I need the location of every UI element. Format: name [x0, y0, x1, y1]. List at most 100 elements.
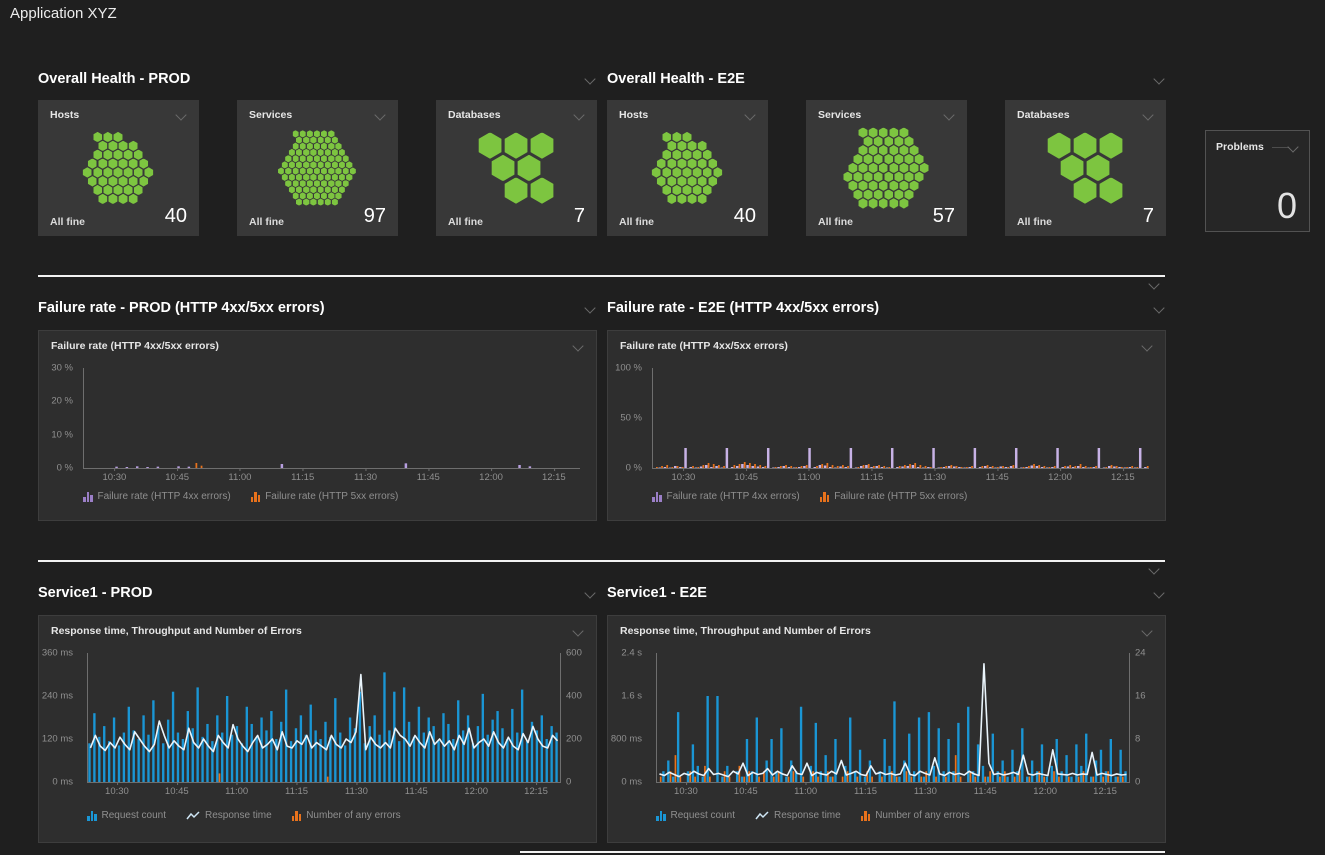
hexagon [899, 127, 908, 137]
bar [837, 466, 839, 468]
bar [526, 741, 528, 782]
chevron-down-icon[interactable] [1287, 141, 1298, 152]
chevron-down-icon[interactable] [572, 340, 583, 351]
bar [142, 715, 144, 782]
bar [785, 777, 787, 782]
hexagon [662, 150, 671, 160]
chevron-down-icon[interactable] [1148, 563, 1159, 574]
hexagon [282, 174, 288, 181]
count-value: 57 [933, 205, 955, 228]
hexagon [904, 172, 913, 182]
chevron-down-icon[interactable] [584, 302, 595, 313]
hexagon [310, 136, 316, 143]
bar [943, 467, 945, 468]
bar [219, 773, 221, 782]
chevron-down-icon[interactable] [584, 587, 595, 598]
honeycomb-chart[interactable] [252, 122, 382, 214]
chevron-down-icon[interactable] [943, 109, 954, 120]
chevron-down-icon[interactable] [1142, 109, 1153, 120]
chevron-down-icon[interactable] [374, 109, 385, 120]
bar [1093, 777, 1095, 782]
health-tile-services-prod: Services All fine97 [237, 100, 398, 236]
chevron-down-icon[interactable] [1148, 278, 1159, 289]
chart-canvas [653, 368, 1149, 468]
legend-item[interactable]: Failure rate (HTTP 5xx errors) [251, 491, 399, 502]
chevron-down-icon[interactable] [1141, 625, 1152, 636]
legend-item[interactable]: Request count [656, 810, 735, 821]
bar [115, 467, 117, 468]
legend-item[interactable]: Request count [87, 810, 166, 821]
hexagon [108, 141, 117, 151]
count-value: 40 [165, 205, 187, 228]
honeycomb-chart[interactable] [53, 122, 183, 214]
chart-title: Response time, Throughput and Number of … [51, 625, 302, 637]
hexagon [869, 163, 878, 173]
chevron-down-icon[interactable] [584, 73, 595, 84]
chart-plot-area[interactable] [87, 653, 561, 783]
legend-item[interactable]: Failure rate (HTTP 4xx errors) [652, 491, 800, 502]
chevron-down-icon[interactable] [175, 109, 186, 120]
chart-plot-area[interactable] [656, 653, 1130, 783]
legend-item[interactable]: Response time [186, 810, 272, 821]
bar [442, 713, 444, 782]
bar [1117, 777, 1119, 782]
bar [339, 733, 341, 782]
chart-plot-area[interactable] [652, 368, 1149, 469]
hexagon [314, 180, 320, 187]
chevron-down-icon[interactable] [1153, 73, 1164, 84]
bar [477, 726, 479, 782]
hexagon [884, 172, 893, 182]
y-axis-labels-right: 241680 [1131, 653, 1163, 782]
hexagon [853, 172, 862, 182]
honeycomb-chart[interactable] [821, 122, 951, 214]
bar [1078, 777, 1080, 782]
legend-item[interactable]: Number of any errors [292, 810, 401, 821]
bars-icon [820, 491, 830, 502]
hexagon [672, 185, 681, 195]
bar [912, 465, 914, 468]
hexagon [864, 136, 873, 146]
bar [226, 696, 228, 782]
bar [541, 715, 543, 782]
bar [739, 464, 741, 468]
legend-item[interactable]: Number of any errors [861, 810, 970, 821]
tile-title: Databases [1017, 109, 1070, 121]
bar [462, 730, 464, 782]
hexagon [300, 130, 306, 137]
chevron-down-icon[interactable] [1153, 587, 1164, 598]
honeycomb-chart[interactable] [1020, 122, 1150, 214]
bar [529, 466, 531, 468]
legend-item[interactable]: Failure rate (HTTP 5xx errors) [820, 491, 968, 502]
chevron-down-icon[interactable] [744, 109, 755, 120]
legend-item[interactable]: Failure rate (HTTP 4xx errors) [83, 491, 231, 502]
chevron-down-icon[interactable] [573, 109, 584, 120]
bar [909, 464, 911, 468]
bar [832, 777, 834, 782]
bar [979, 467, 981, 468]
bar [216, 715, 218, 782]
axis-tick-label: 11:45 [417, 472, 440, 483]
legend-item[interactable]: Response time [755, 810, 841, 821]
hexagon [300, 143, 306, 150]
bar [899, 466, 901, 468]
bar [733, 465, 735, 468]
chevron-down-icon[interactable] [1141, 340, 1152, 351]
honeycomb-chart[interactable] [622, 122, 752, 214]
chevron-down-icon[interactable] [572, 625, 583, 636]
honeycomb-chart[interactable] [451, 122, 581, 214]
chevron-down-icon[interactable] [1153, 302, 1164, 313]
chart-plot-area[interactable] [83, 368, 580, 469]
hexagon [129, 176, 138, 186]
hexagon [129, 141, 138, 151]
hexagon [667, 176, 676, 186]
hexagon [894, 189, 903, 199]
bar [162, 743, 164, 782]
hexagon [531, 132, 554, 158]
section-divider [38, 275, 1165, 277]
bar [1014, 777, 1016, 782]
bar [1124, 771, 1126, 782]
hexagon [688, 158, 697, 168]
hexagon [292, 143, 298, 150]
x-axis-labels: 10:3010:4511:0011:1511:3011:4512:0012:15 [87, 786, 561, 800]
hexagon [292, 130, 298, 137]
